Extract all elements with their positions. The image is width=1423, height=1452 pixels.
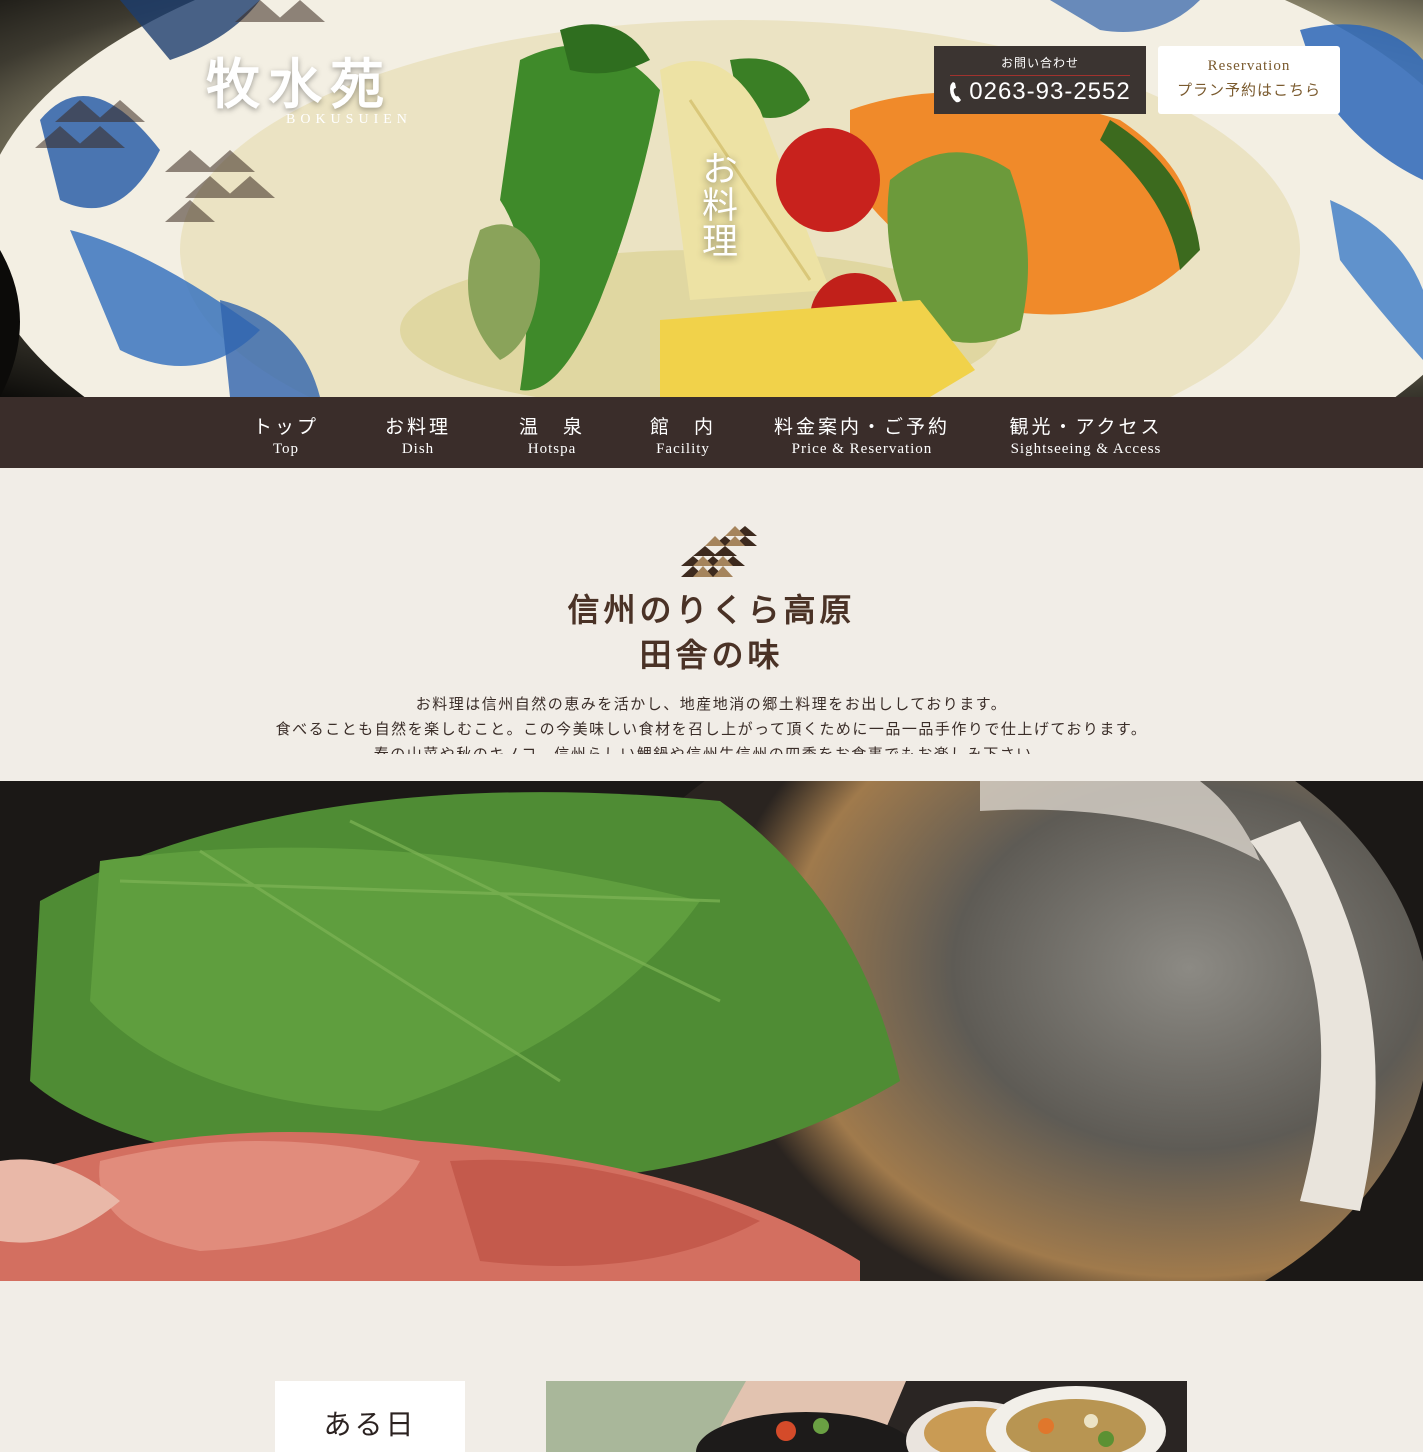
intro-section: 信州のりくら高原 田舎の味 お料理は信州自然の恵みを活かし、地産地消の郷土料理を… — [0, 468, 1423, 781]
logo-subtitle: BOKUSUIEN — [286, 112, 412, 127]
nav-label-en: Dish — [401, 441, 435, 457]
nav-label-ja: 館 内 — [649, 416, 716, 438]
nav-item-top[interactable]: トップ Top — [236, 397, 336, 468]
intro-body: お料理は信州自然の恵みを活かし、地産地消の郷土料理をお出ししております。 食べる… — [0, 692, 1423, 754]
reservation-label-en: Reservation — [1207, 58, 1291, 74]
nav-item-hotspa[interactable]: 温 泉 Hotspa — [502, 397, 602, 468]
nav-label-ja: 観光・アクセス — [1009, 416, 1163, 438]
nav-label-en: Facility — [656, 441, 710, 457]
intro-heading-line2: 田舎の味 — [639, 636, 784, 674]
nav-item-sightseeing-access[interactable]: 観光・アクセス Sightseeing & Access — [996, 397, 1176, 468]
nav-label-en: Sightseeing & Access — [1010, 441, 1162, 457]
nav-item-price-reservation[interactable]: 料金案内・ご予約 Price & Reservation — [772, 397, 952, 468]
logo-title: 牧水苑 — [206, 52, 392, 116]
nav-label-en: Price & Reservation — [791, 441, 933, 457]
nav-label-ja: 料金案内・ご予約 — [773, 416, 950, 438]
reservation-label-ja: プラン予約はこちら — [1176, 81, 1321, 99]
nav-label-en: Top — [272, 441, 300, 457]
contact-label: お問い合わせ — [1000, 56, 1079, 70]
featured-section: ある日 — [0, 1281, 1423, 1452]
intro-body-line2: 食べることも自然を楽しむこと。この今美味しい食材を召し上がって頂くために一品一品… — [275, 720, 1148, 738]
contact-phone-row[interactable]: 0263-93-2552 — [934, 78, 1146, 106]
contact-divider — [950, 75, 1130, 76]
site-logo[interactable]: 牧水苑 BOKUSUIEN — [206, 40, 516, 140]
meal-set-photo — [546, 1381, 1187, 1452]
meal-set-image — [546, 1381, 1187, 1452]
nav-label-ja: トップ — [252, 416, 319, 438]
contact-phone-box[interactable]: お問い合わせ 0263-93-2552 — [934, 46, 1146, 114]
nav-label-ja: お料理 — [384, 416, 451, 438]
intro-heading: 信州のりくら高原 田舎の味 — [0, 588, 1423, 678]
featured-card-title: ある日 — [323, 1408, 417, 1441]
phone-number: 0263-93-2552 — [969, 78, 1131, 105]
dish-photo — [0, 781, 1423, 1281]
main-nav: トップ Top お料理 Dish 温 泉 Hotspa 館 内 Facility… — [0, 397, 1423, 468]
intro-body-line1: お料理は信州自然の恵みを活かし、地産地消の郷土料理をお出ししております。 — [415, 695, 1008, 713]
intro-heading-line1: 信州のりくら高原 — [567, 591, 856, 629]
nav-label-ja: 温 泉 — [518, 416, 585, 438]
sashimi-image — [0, 781, 1423, 1281]
hero-banner: 牧水苑 BOKUSUIEN お料理 お問い合わせ 0263-93-2552 Re… — [0, 0, 1423, 397]
reservation-button[interactable]: Reservation プラン予約はこちら — [1158, 46, 1340, 114]
featured-card[interactable]: ある日 — [275, 1381, 465, 1452]
intro-body-line3: 春の山菜や秋のキノコ、信州らしい鯉鍋や信州牛信州の四季をお食事でもお楽しみ下さい… — [373, 745, 1050, 754]
nav-item-facility[interactable]: 館 内 Facility — [633, 397, 733, 468]
nav-label-en: Hotspa — [527, 441, 577, 457]
nav-item-dish[interactable]: お料理 Dish — [368, 397, 468, 468]
hero-page-label: お料理 — [696, 150, 737, 258]
triangle-pattern-icon — [681, 526, 757, 577]
phone-icon — [950, 82, 962, 103]
